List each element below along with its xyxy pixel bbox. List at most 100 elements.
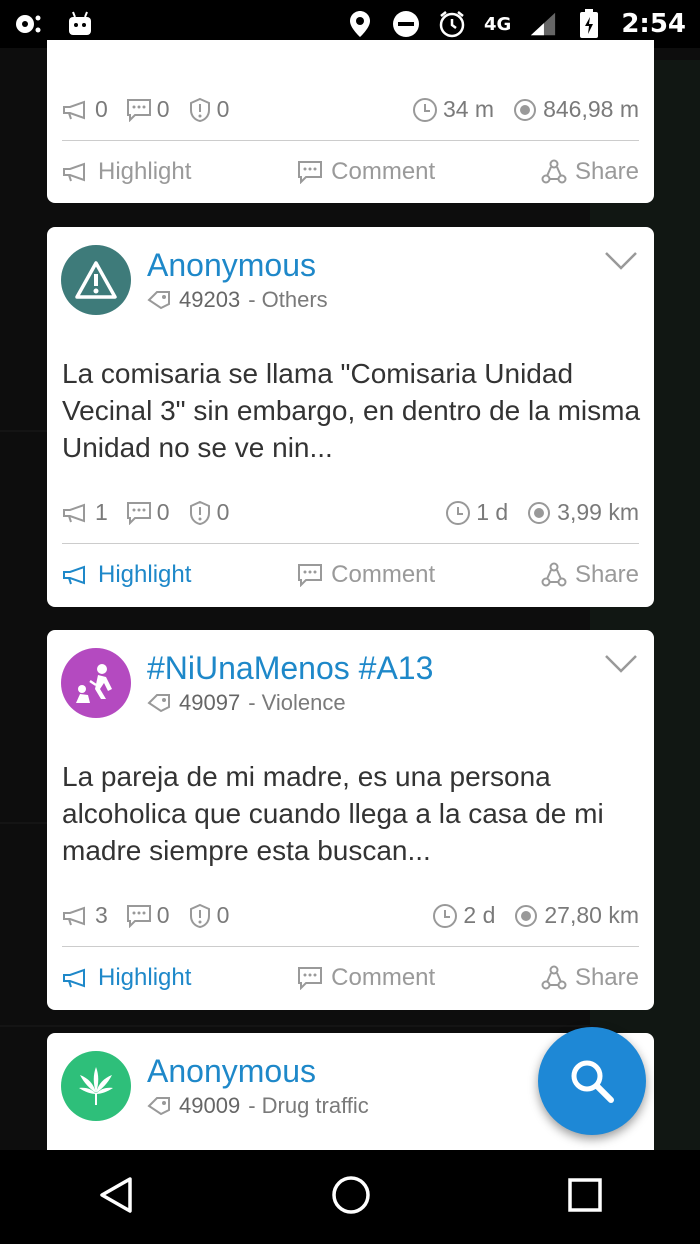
- card-header: Anonymous 49009 - Drug traffic: [61, 1051, 369, 1121]
- home-button[interactable]: [331, 1175, 371, 1219]
- time-ago: 2 d: [432, 902, 495, 929]
- report-category: - Drug traffic: [248, 1093, 369, 1118]
- signal-icon: [529, 10, 557, 38]
- system-navigation-bar: [0, 1150, 700, 1244]
- share-button[interactable]: Share: [541, 964, 639, 992]
- comment-icon: [126, 904, 151, 928]
- report-count: 0: [188, 499, 229, 526]
- clock-icon: [446, 500, 471, 525]
- card-header: Anonymous 49203 - Others: [61, 245, 328, 315]
- comment-button[interactable]: Comment: [297, 964, 435, 992]
- location-dot-icon: [528, 501, 551, 524]
- clock-icon: [433, 903, 458, 928]
- highlight-count: 3: [62, 902, 108, 929]
- report-card[interactable]: #NiUnaMenos #A13 49097 - Violence La par…: [47, 630, 654, 1010]
- report-meta: 49203 - Others: [147, 287, 328, 313]
- recents-square-icon: [567, 1178, 602, 1212]
- report-body[interactable]: La pareja de mi madre, es una persona al…: [62, 758, 642, 869]
- shield-alert-icon: [189, 500, 210, 525]
- megaphone-icon: [63, 162, 85, 182]
- tag-icon: [147, 291, 170, 310]
- home-circle-icon: [332, 1176, 370, 1214]
- comment-icon: [126, 98, 151, 122]
- highlight-button[interactable]: Highlight: [62, 158, 191, 186]
- network-type: 4G: [484, 13, 512, 35]
- category-avatar: [61, 1051, 131, 1121]
- megaphone-icon: [63, 906, 85, 925]
- share-icon: [541, 562, 567, 587]
- time-ago: 34 m: [412, 96, 494, 123]
- notification-icon: [14, 10, 42, 38]
- chevron-down-icon[interactable]: [604, 652, 638, 676]
- comment-icon: [126, 501, 151, 525]
- android-debug-icon: [66, 10, 94, 38]
- comment-button[interactable]: Comment: [297, 158, 435, 186]
- card-actions: Highlight Comment Share: [62, 158, 639, 186]
- share-button[interactable]: Share: [541, 561, 639, 589]
- battery-charging-icon: [575, 9, 603, 38]
- time-ago: 1 d: [445, 499, 508, 526]
- location-dot-icon: [514, 98, 537, 121]
- report-category: - Violence: [248, 690, 346, 715]
- comment-icon: [298, 564, 323, 587]
- report-count: 0: [188, 902, 229, 929]
- comment-button[interactable]: Comment: [297, 561, 435, 589]
- highlight-count: 1: [62, 499, 108, 526]
- distance: 3,99 km: [526, 499, 639, 526]
- back-triangle-icon: [100, 1177, 133, 1213]
- highlight-button[interactable]: Highlight: [62, 964, 191, 992]
- card-divider: [62, 140, 639, 141]
- card-stats: 1 0 0 1 d 3,99 km: [62, 499, 639, 526]
- card-actions: Highlight Comment Share: [62, 964, 639, 992]
- distance: 846,98 m: [512, 96, 639, 123]
- card-divider: [62, 946, 639, 947]
- chevron-down-icon[interactable]: [604, 249, 638, 273]
- do-not-disturb-icon: [392, 10, 420, 38]
- comment-count: 0: [126, 499, 170, 526]
- violence-icon: [76, 664, 112, 703]
- report-card[interactable]: Anonymous 49203 - Others La comisaria se…: [47, 227, 654, 607]
- distance: 27,80 km: [513, 902, 639, 929]
- highlight-count: 0: [62, 96, 108, 123]
- comment-count: 0: [126, 902, 170, 929]
- report-id: 49009: [179, 1093, 241, 1118]
- recents-button[interactable]: [567, 1178, 602, 1216]
- warning-icon: [75, 261, 117, 299]
- clock-icon: [412, 97, 437, 122]
- highlight-button[interactable]: Highlight: [62, 561, 191, 589]
- report-id: 49097: [179, 690, 241, 715]
- comment-icon: [298, 967, 323, 990]
- back-button[interactable]: [98, 1176, 134, 1218]
- comment-count: 0: [126, 96, 170, 123]
- tag-icon: [147, 694, 170, 713]
- card-header: #NiUnaMenos #A13 49097 - Violence: [61, 648, 433, 718]
- location-dot-icon: [515, 904, 538, 927]
- comment-icon: [298, 161, 323, 184]
- report-count: 0: [188, 96, 229, 123]
- card-stats: 3 0 0 2 d 27,80 km: [62, 902, 639, 929]
- megaphone-icon: [63, 503, 85, 522]
- report-meta: 49097 - Violence: [147, 690, 433, 716]
- alarm-icon: [438, 10, 466, 38]
- category-avatar: [61, 245, 131, 315]
- report-title[interactable]: Anonymous: [147, 1051, 369, 1091]
- clock: 2:54: [621, 9, 686, 39]
- share-button[interactable]: Share: [541, 158, 639, 186]
- share-icon: [541, 159, 567, 184]
- card-actions: Highlight Comment Share: [62, 561, 639, 589]
- megaphone-icon: [63, 100, 85, 119]
- report-body[interactable]: La comisaria se llama "Comisaria Unidad …: [62, 355, 642, 466]
- search-fab-button[interactable]: [538, 1027, 646, 1135]
- share-icon: [541, 965, 567, 990]
- shield-alert-icon: [189, 97, 210, 122]
- category-avatar: [61, 648, 131, 718]
- report-title[interactable]: #NiUnaMenos #A13: [147, 648, 433, 688]
- cannabis-leaf-icon: [79, 1067, 113, 1105]
- report-title[interactable]: Anonymous: [147, 245, 328, 285]
- shield-alert-icon: [189, 903, 210, 928]
- megaphone-icon: [63, 968, 85, 988]
- location-icon: [346, 10, 374, 38]
- megaphone-icon: [63, 565, 85, 585]
- report-category: - Others: [248, 287, 328, 312]
- report-card[interactable]: 0 0 0 34 m 846,98 m Highlight Comment Sh…: [47, 40, 654, 203]
